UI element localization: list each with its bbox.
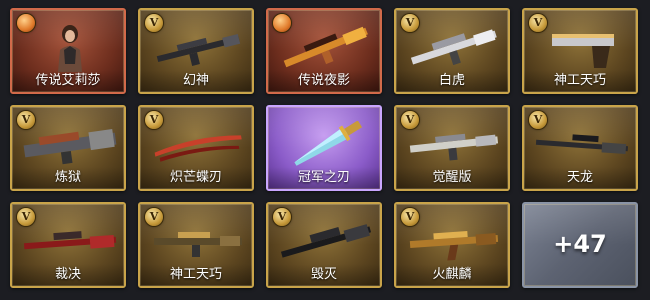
rifle-icon [410, 29, 497, 66]
item-card-champion-blade[interactable]: 冠军之刃 [266, 105, 382, 191]
rifle-icon [283, 26, 368, 68]
item-name: 觉醒版 [396, 167, 508, 189]
item-card-legend-alisa[interactable]: 传说艾莉莎 [10, 8, 126, 94]
sniper-rifle-icon [535, 134, 629, 155]
machine-gun-icon [23, 128, 117, 165]
sniper-rifle-icon [23, 231, 117, 250]
item-card-awakened[interactable]: V 觉醒版 [394, 105, 510, 191]
item-name: 幻神 [140, 70, 252, 92]
character-alisa-icon [58, 25, 82, 72]
item-card-judgement[interactable]: V 裁决 [10, 202, 126, 288]
item-name: 白虎 [396, 70, 508, 92]
item-name: 传说艾莉莎 [12, 70, 124, 92]
item-card-purgatory[interactable]: V 炼狱 [10, 105, 126, 191]
rifle-icon [409, 133, 499, 161]
knife-icon [294, 121, 363, 166]
item-name: 天龙 [524, 167, 636, 189]
rifle-icon [156, 33, 241, 66]
item-name: 火麒麟 [396, 264, 508, 286]
rifle-icon [154, 232, 242, 257]
item-name: 神工天巧 [524, 70, 636, 92]
item-name: 炽芒蝶刃 [140, 167, 252, 189]
pistol-icon [552, 34, 614, 68]
item-card-blazing-butterfly-knife[interactable]: V 炽芒蝶刃 [138, 105, 254, 191]
item-card-white-tiger[interactable]: V 白虎 [394, 8, 510, 94]
ak-rifle-icon [409, 231, 499, 261]
item-card-legend-nightshadow[interactable]: 传说夜影 [266, 8, 382, 94]
item-name: 冠军之刃 [268, 167, 380, 189]
item-name: 神工天巧 [140, 264, 252, 286]
item-name: 裁决 [12, 264, 124, 286]
item-name: 毁灭 [268, 264, 380, 286]
item-card-fire-qilin[interactable]: V 火麒麟 [394, 202, 510, 288]
item-card-shengong-tianqiao-pistol[interactable]: V 神工天巧 [522, 8, 638, 94]
more-items-button[interactable]: +47 [522, 202, 638, 288]
item-name: 传说夜影 [268, 70, 380, 92]
item-card-huanshen[interactable]: V 幻神 [138, 8, 254, 94]
butterfly-knife-icon [154, 135, 242, 162]
item-name: 炼狱 [12, 167, 124, 189]
item-card-destruction[interactable]: V 毁灭 [266, 202, 382, 288]
item-card-shengong-tianqiao-rifle[interactable]: V 神工天巧 [138, 202, 254, 288]
more-count: +47 [553, 230, 607, 258]
item-card-tianlong[interactable]: V 天龙 [522, 105, 638, 191]
item-grid: 传说艾莉莎 V 幻神 传说夜影 V 白虎 V 神工天巧 V 炼狱 V 炽芒蝶刃 … [0, 0, 650, 300]
heavy-sniper-icon [280, 224, 372, 258]
